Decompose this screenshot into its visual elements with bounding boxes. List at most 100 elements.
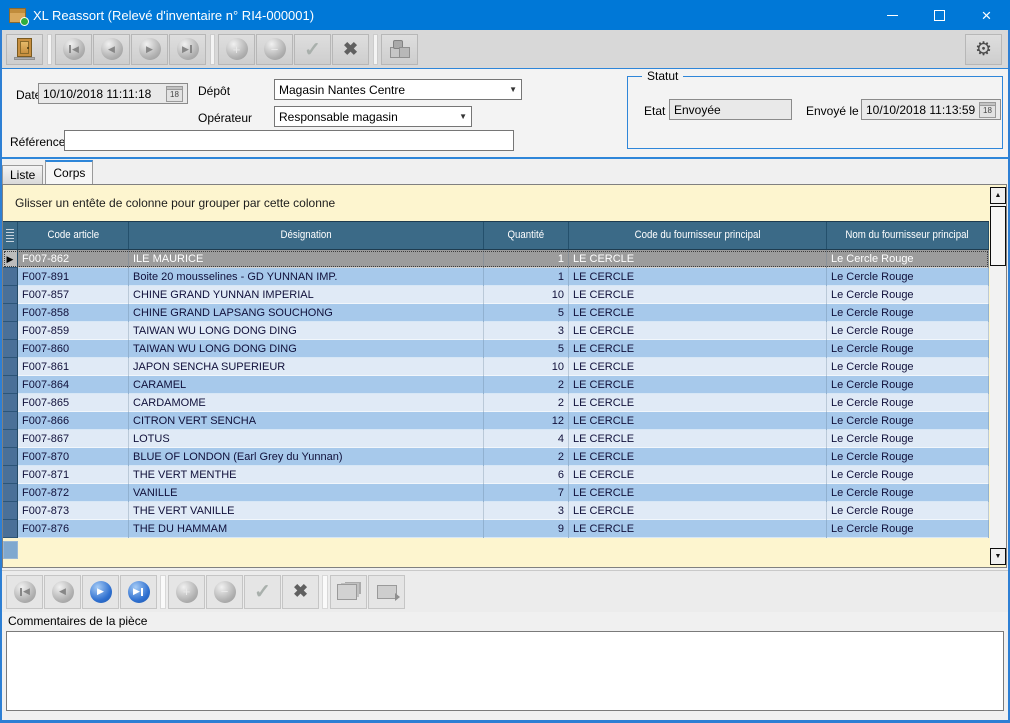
table-row[interactable]: F007-858CHINE GRAND LAPSANG SOUCHONG5LE … bbox=[3, 304, 989, 322]
column-header-designation[interactable]: Désignation bbox=[129, 222, 484, 249]
nom-fournisseur-principal-cell[interactable]: Le Cercle Rouge bbox=[827, 250, 989, 268]
nom-fournisseur-principal-cell[interactable]: Le Cercle Rouge bbox=[827, 520, 989, 538]
date-field[interactable]: 10/10/2018 11:11:18 18 bbox=[38, 83, 188, 104]
code-article-cell[interactable]: F007-871 bbox=[18, 466, 129, 484]
code-fournisseur-principal-cell[interactable]: LE CERCLE bbox=[569, 304, 827, 322]
validate-button[interactable]: ✓ bbox=[294, 34, 331, 65]
designation-cell[interactable]: ILE MAURICE bbox=[129, 250, 484, 268]
previous-record-button[interactable]: ◀ bbox=[93, 34, 130, 65]
group-by-bar[interactable]: Glisser un entête de colonne pour groupe… bbox=[3, 185, 1006, 221]
nom-fournisseur-principal-cell[interactable]: Le Cercle Rouge bbox=[827, 502, 989, 520]
quantite-cell[interactable]: 1 bbox=[484, 250, 569, 268]
table-row[interactable]: ▶F007-862ILE MAURICE1LE CERCLELe Cercle … bbox=[3, 250, 989, 268]
add-button[interactable]: + bbox=[218, 34, 255, 65]
code-article-cell[interactable]: F007-867 bbox=[18, 430, 129, 448]
quantite-cell[interactable]: 3 bbox=[484, 322, 569, 340]
tab-liste[interactable]: Liste bbox=[2, 165, 43, 184]
nom-fournisseur-principal-cell[interactable]: Le Cercle Rouge bbox=[827, 430, 989, 448]
quantite-cell[interactable]: 10 bbox=[484, 286, 569, 304]
designation-cell[interactable]: CARDAMOME bbox=[129, 394, 484, 412]
next-record-button[interactable]: ▶ bbox=[131, 34, 168, 65]
quantite-cell[interactable]: 1 bbox=[484, 268, 569, 286]
line-next-button[interactable]: ▶ bbox=[82, 575, 119, 609]
quantite-cell[interactable]: 5 bbox=[484, 304, 569, 322]
settings-button[interactable]: ⚙ bbox=[965, 34, 1002, 65]
code-article-cell[interactable]: F007-870 bbox=[18, 448, 129, 466]
line-first-button[interactable]: ◀ bbox=[6, 575, 43, 609]
code-fournisseur-principal-cell[interactable]: LE CERCLE bbox=[569, 448, 827, 466]
reference-input[interactable] bbox=[64, 130, 514, 151]
code-article-cell[interactable]: F007-864 bbox=[18, 376, 129, 394]
designation-cell[interactable]: CITRON VERT SENCHA bbox=[129, 412, 484, 430]
quantite-cell[interactable]: 2 bbox=[484, 394, 569, 412]
designation-cell[interactable]: Boite 20 mousselines - GD YUNNAN IMP. bbox=[129, 268, 484, 286]
calendar-icon[interactable]: 18 bbox=[166, 86, 183, 102]
designation-cell[interactable]: THE VERT MENTHE bbox=[129, 466, 484, 484]
nom-fournisseur-principal-cell[interactable]: Le Cercle Rouge bbox=[827, 448, 989, 466]
quantite-cell[interactable]: 2 bbox=[484, 448, 569, 466]
quantite-cell[interactable]: 2 bbox=[484, 376, 569, 394]
quantite-cell[interactable]: 12 bbox=[484, 412, 569, 430]
first-record-button[interactable]: ◀ bbox=[55, 34, 92, 65]
code-article-cell[interactable]: F007-866 bbox=[18, 412, 129, 430]
code-article-cell[interactable]: F007-860 bbox=[18, 340, 129, 358]
code-article-cell[interactable]: F007-859 bbox=[18, 322, 129, 340]
stock-button[interactable] bbox=[381, 34, 418, 65]
column-header-code-fournisseur-principal[interactable]: Code du fournisseur principal bbox=[569, 222, 827, 249]
code-fournisseur-principal-cell[interactable]: LE CERCLE bbox=[569, 430, 827, 448]
designation-cell[interactable]: BLUE OF LONDON (Earl Grey du Yunnan) bbox=[129, 448, 484, 466]
cancel-button[interactable]: ✖ bbox=[332, 34, 369, 65]
column-header-quantite[interactable]: Quantité bbox=[484, 222, 569, 249]
last-record-button[interactable]: ▶ bbox=[169, 34, 206, 65]
operateur-select[interactable]: Responsable magasin ▼ bbox=[274, 106, 472, 127]
code-article-cell[interactable]: F007-873 bbox=[18, 502, 129, 520]
maximize-button[interactable] bbox=[916, 0, 963, 30]
comments-input[interactable] bbox=[6, 631, 1004, 711]
minimize-button[interactable] bbox=[869, 0, 916, 30]
nom-fournisseur-principal-cell[interactable]: Le Cercle Rouge bbox=[827, 340, 989, 358]
table-row[interactable]: F007-867LOTUS4LE CERCLELe Cercle Rouge bbox=[3, 430, 989, 448]
code-fournisseur-principal-cell[interactable]: LE CERCLE bbox=[569, 520, 827, 538]
code-fournisseur-principal-cell[interactable]: LE CERCLE bbox=[569, 376, 827, 394]
code-fournisseur-principal-cell[interactable]: LE CERCLE bbox=[569, 466, 827, 484]
table-row[interactable]: F007-859TAIWAN WU LONG DONG DING3LE CERC… bbox=[3, 322, 989, 340]
nom-fournisseur-principal-cell[interactable]: Le Cercle Rouge bbox=[827, 322, 989, 340]
line-remove-button[interactable]: − bbox=[206, 575, 243, 609]
line-validate-button[interactable]: ✓ bbox=[244, 575, 281, 609]
code-article-cell[interactable]: F007-862 bbox=[18, 250, 129, 268]
table-row[interactable]: F007-870BLUE OF LONDON (Earl Grey du Yun… bbox=[3, 448, 989, 466]
quantite-cell[interactable]: 6 bbox=[484, 466, 569, 484]
designation-cell[interactable]: LOTUS bbox=[129, 430, 484, 448]
scroll-up-button[interactable]: ▲ bbox=[990, 187, 1006, 204]
code-fournisseur-principal-cell[interactable]: LE CERCLE bbox=[569, 286, 827, 304]
code-article-cell[interactable]: F007-872 bbox=[18, 484, 129, 502]
close-button[interactable]: × bbox=[963, 0, 1010, 30]
designation-cell[interactable]: TAIWAN WU LONG DONG DING bbox=[129, 340, 484, 358]
remove-button[interactable]: − bbox=[256, 34, 293, 65]
quantite-cell[interactable]: 7 bbox=[484, 484, 569, 502]
table-row[interactable]: F007-860TAIWAN WU LONG DONG DING5LE CERC… bbox=[3, 340, 989, 358]
designation-cell[interactable]: THE DU HAMMAM bbox=[129, 520, 484, 538]
code-fournisseur-principal-cell[interactable]: LE CERCLE bbox=[569, 484, 827, 502]
nom-fournisseur-principal-cell[interactable]: Le Cercle Rouge bbox=[827, 268, 989, 286]
line-add-button[interactable]: + bbox=[168, 575, 205, 609]
code-fournisseur-principal-cell[interactable]: LE CERCLE bbox=[569, 502, 827, 520]
designation-cell[interactable]: CARAMEL bbox=[129, 376, 484, 394]
designation-cell[interactable]: THE VERT VANILLE bbox=[129, 502, 484, 520]
column-header-code-article[interactable]: Code article bbox=[18, 222, 129, 249]
designation-cell[interactable]: JAPON SENCHA SUPERIEUR bbox=[129, 358, 484, 376]
quantite-cell[interactable]: 3 bbox=[484, 502, 569, 520]
code-fournisseur-principal-cell[interactable]: LE CERCLE bbox=[569, 340, 827, 358]
exit-button[interactable] bbox=[6, 34, 43, 65]
quantite-cell[interactable]: 5 bbox=[484, 340, 569, 358]
tab-corps[interactable]: Corps bbox=[45, 160, 93, 184]
scrollbar-thumb[interactable] bbox=[990, 206, 1006, 266]
code-article-cell[interactable]: F007-891 bbox=[18, 268, 129, 286]
code-article-cell[interactable]: F007-858 bbox=[18, 304, 129, 322]
code-article-cell[interactable]: F007-861 bbox=[18, 358, 129, 376]
nom-fournisseur-principal-cell[interactable]: Le Cercle Rouge bbox=[827, 358, 989, 376]
nom-fournisseur-principal-cell[interactable]: Le Cercle Rouge bbox=[827, 304, 989, 322]
line-cancel-button[interactable]: ✖ bbox=[282, 575, 319, 609]
calendar-icon[interactable]: 18 bbox=[979, 102, 996, 118]
line-last-button[interactable]: ▶ bbox=[120, 575, 157, 609]
